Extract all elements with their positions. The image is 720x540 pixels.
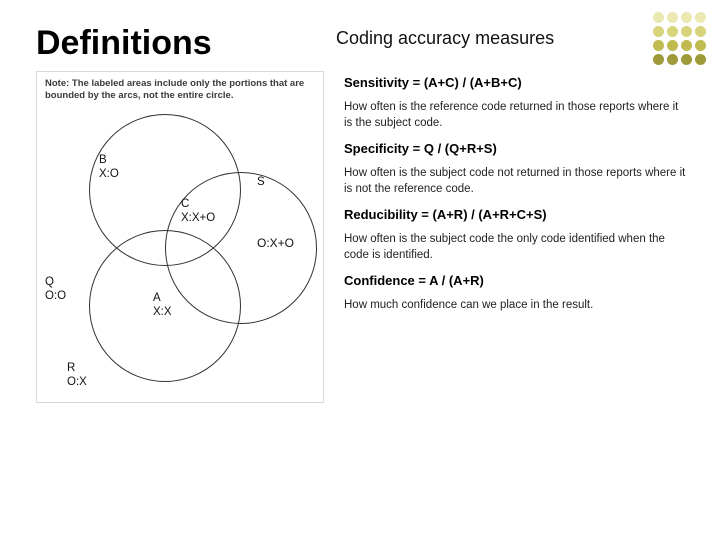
venn-label-s: S: [257, 176, 265, 190]
slide: Definitions Coding accuracy measures Not…: [0, 0, 720, 540]
measure-title: Confidence = A / (A+R): [344, 273, 688, 288]
measure-desc: How often is the reference code returned…: [344, 100, 688, 131]
venn-label-r: R O:X: [67, 362, 87, 390]
measure-block: Reducibility = (A+R) / (A+R+C+S): [344, 207, 688, 222]
measure-title: Reducibility = (A+R) / (A+R+C+S): [344, 207, 688, 222]
measure-desc: How often is the subject code the only c…: [344, 232, 688, 263]
measure-desc: How much confidence can we place in the …: [344, 298, 688, 314]
venn-label-s-val: O:X+O: [257, 236, 294, 250]
measure-title: Sensitivity = (A+C) / (A+B+C): [344, 75, 688, 90]
header-row: Definitions Coding accuracy measures: [36, 18, 688, 63]
venn-label-q-name: Q: [45, 276, 66, 290]
venn-label-c: C X:X+O: [181, 198, 215, 226]
right-column: Sensitivity = (A+C) / (A+B+C) How often …: [336, 71, 688, 522]
subtitle: Coding accuracy measures: [336, 28, 554, 49]
subtitle-wrap: Coding accuracy measures: [336, 18, 688, 49]
venn-label-a-val: X:X: [153, 306, 172, 320]
venn-label-b-name: B: [99, 154, 119, 168]
venn-label-b-val: X:O: [99, 168, 119, 182]
venn-label-b: B X:O: [99, 154, 119, 182]
measure-block: Sensitivity = (A+C) / (A+B+C): [344, 75, 688, 90]
venn-card: Note: The labeled areas include only the…: [36, 71, 324, 403]
content-row: Note: The labeled areas include only the…: [36, 71, 688, 522]
measure-block: Confidence = A / (A+R): [344, 273, 688, 288]
measure-block: Specificity = Q / (Q+R+S): [344, 141, 688, 156]
page-title: Definitions: [36, 18, 336, 63]
venn-diagram: B X:O S O:X+O C X:X+O Q O:O: [45, 108, 315, 398]
venn-label-r-name: R: [67, 362, 87, 376]
venn-label-s-name: S: [257, 176, 265, 190]
measure-title: Specificity = Q / (Q+R+S): [344, 141, 688, 156]
venn-label-q: Q O:O: [45, 276, 66, 304]
venn-label-c-name: C: [181, 198, 215, 212]
venn-label-a: A X:X: [153, 292, 172, 320]
corner-dots-icon: [653, 12, 706, 65]
venn-label-a-name: A: [153, 292, 172, 306]
venn-note: Note: The labeled areas include only the…: [45, 78, 315, 102]
venn-label-r-val: O:X: [67, 376, 87, 390]
left-column: Note: The labeled areas include only the…: [36, 71, 336, 522]
venn-label-c-val: X:X+O: [181, 212, 215, 226]
measure-desc: How often is the subject code not return…: [344, 166, 688, 197]
venn-label-q-val: O:O: [45, 290, 66, 304]
